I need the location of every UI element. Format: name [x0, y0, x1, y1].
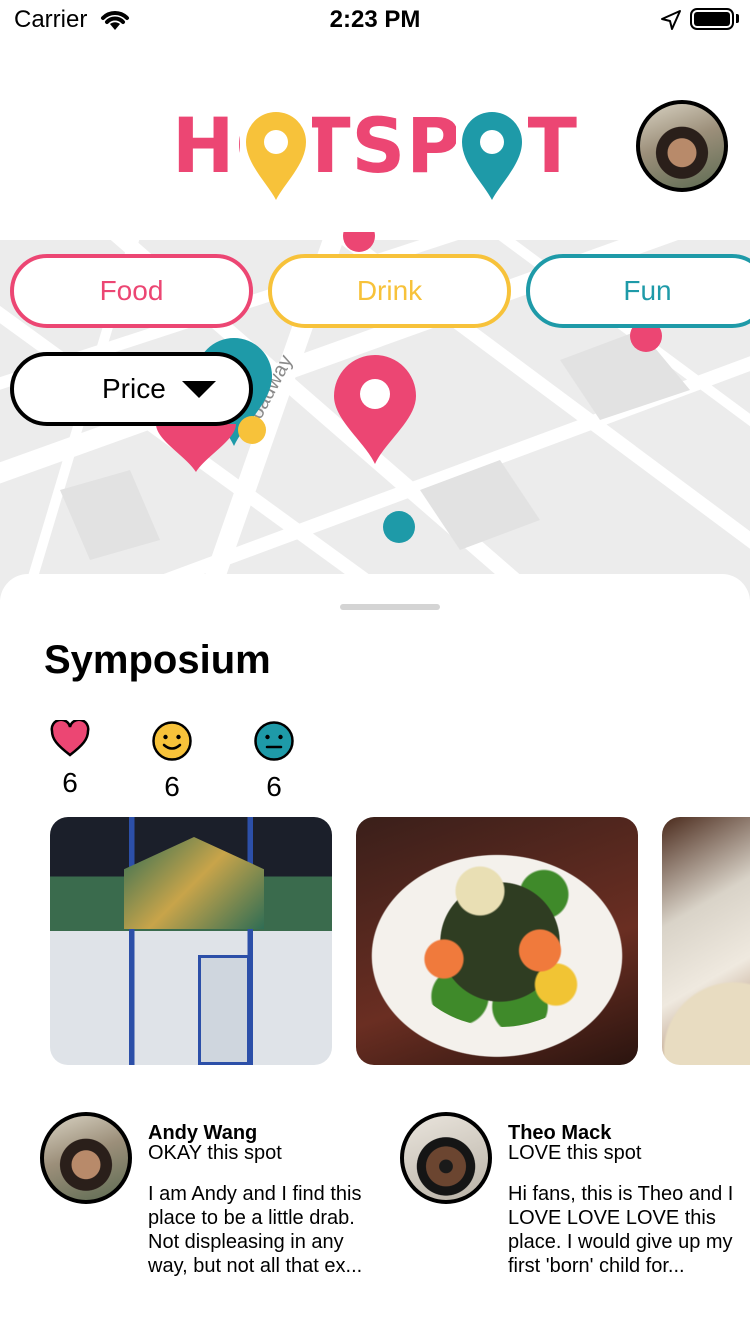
sheet-grabber[interactable]	[340, 604, 440, 610]
status-bar: Carrier 2:23 PM	[0, 0, 750, 40]
storefront-sign	[124, 837, 264, 929]
review-body: Hi fans, this is Theo and I LOVE LOVE LO…	[508, 1183, 734, 1277]
caret-down-icon	[181, 380, 216, 398]
reaction-okay[interactable]: 6	[142, 720, 202, 803]
location-arrow-icon	[661, 10, 681, 30]
battery-cap	[736, 14, 739, 23]
filter-food-button[interactable]: Food	[10, 254, 253, 328]
hotspot-logo: HOTSPOT	[172, 106, 577, 200]
profile-avatar[interactable]	[636, 100, 728, 192]
place-title: Symposium	[44, 638, 271, 682]
reaction-love[interactable]: 6	[40, 718, 100, 799]
storefront-door	[198, 955, 250, 1065]
reaction-meh-count: 6	[266, 771, 282, 802]
heart-icon	[50, 718, 90, 757]
reviewer-avatar[interactable]	[400, 1112, 492, 1204]
map-pin-red-partial[interactable]	[342, 232, 376, 254]
smiley-icon	[152, 721, 192, 761]
reaction-meh[interactable]: 6	[244, 720, 304, 803]
map-pin-yellow-dot[interactable]	[236, 414, 268, 446]
map-pin-red-behind-price[interactable]	[156, 420, 236, 474]
reaction-love-count: 6	[62, 767, 78, 798]
filter-drink-button[interactable]: Drink	[268, 254, 511, 328]
place-details-sheet: Symposium 6 6 6 Andy Wang OKAY this spot	[0, 574, 750, 1334]
battery-icon	[690, 8, 734, 30]
map-pin-teal-dot[interactable]	[382, 510, 416, 544]
review-body: I am Andy and I find this place to be a …	[148, 1183, 363, 1277]
reviewer-avatar[interactable]	[40, 1112, 132, 1204]
review-verdict: OKAY this spot	[148, 1142, 282, 1164]
review-verdict: LOVE this spot	[508, 1142, 642, 1164]
filter-fun-button[interactable]: Fun	[526, 254, 750, 328]
place-photo-storefront[interactable]	[50, 817, 332, 1065]
dish-food	[400, 857, 600, 1027]
place-photo-partial[interactable]	[662, 817, 750, 1065]
reaction-okay-count: 6	[164, 771, 180, 802]
price-dropdown[interactable]: Price	[10, 352, 253, 426]
map-pin-red-large[interactable]	[332, 354, 418, 466]
price-label: Price	[102, 373, 166, 404]
place-photo-dish[interactable]	[356, 817, 638, 1065]
clock: 2:23 PM	[329, 6, 421, 33]
neutral-face-icon	[254, 721, 294, 761]
